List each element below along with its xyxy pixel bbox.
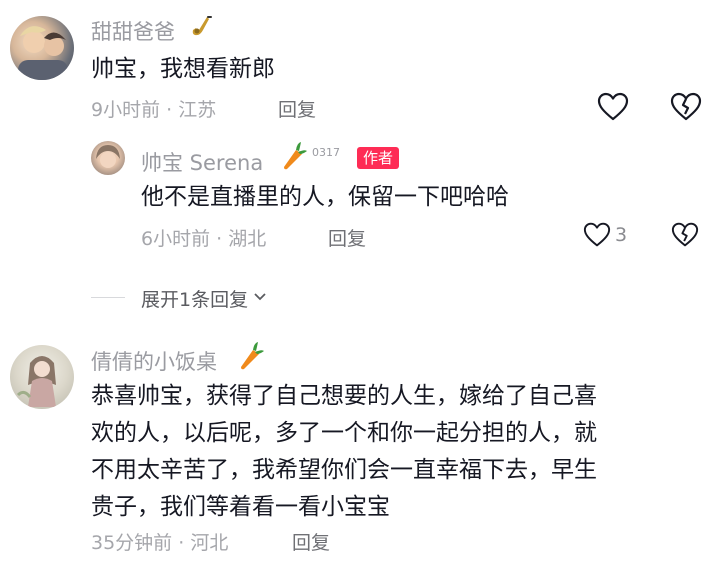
meta-separator: · <box>166 99 173 121</box>
author-badge: 作者 <box>357 147 400 169</box>
avatar[interactable] <box>91 141 125 175</box>
carrot-icon <box>280 141 308 175</box>
comment-text: 帅宝，我想看新郎 <box>91 56 275 82</box>
like-count: 3 <box>615 224 628 246</box>
comment-location: 江苏 <box>178 99 217 121</box>
comment-username[interactable]: 甜甜爸爸 <box>91 16 175 46</box>
reply-location: 湖北 <box>228 228 267 250</box>
dislike-broken-heart-icon[interactable] <box>671 222 699 252</box>
reply-meta: 6小时前 · 湖北 <box>141 224 266 251</box>
meta-separator: · <box>216 228 223 250</box>
saxophone-icon <box>189 14 215 44</box>
expand-replies-button[interactable]: 展开1条回复 <box>141 285 268 312</box>
reply-text: 他不是直播里的人，保留一下吧哈哈 <box>141 184 509 210</box>
comment-time: 35分钟前 <box>91 532 173 554</box>
comment-text-line: 欢的人，以后呢，多了一个和你一起分担的人，就 <box>91 420 597 446</box>
avatar[interactable] <box>10 345 74 409</box>
comment-text-line: 贵子，我们等着看一看小宝宝 <box>91 494 390 520</box>
chevron-down-icon <box>252 288 268 310</box>
dislike-broken-heart-icon[interactable] <box>670 92 702 126</box>
user-level: 0317 <box>312 146 340 159</box>
comment-username[interactable]: 倩倩的小饭桌 <box>91 346 217 376</box>
carrot-icon <box>237 341 265 375</box>
like-heart-icon[interactable] <box>583 222 611 252</box>
comment-location: 河北 <box>190 532 229 554</box>
comment-text-line: 恭喜帅宝，获得了自己想要的人生，嫁给了自己喜 <box>91 383 597 409</box>
reply-username[interactable]: 帅宝 Serena <box>141 147 263 177</box>
reply-button[interactable]: 回复 <box>328 224 366 251</box>
comment-meta: 9小时前 · 江苏 <box>91 95 216 122</box>
like-heart-icon[interactable] <box>597 92 629 126</box>
expand-replies-label: 展开1条回复 <box>141 289 249 311</box>
comment-text-line: 不用太辛苦了，我希望你们会一直幸福下去，早生 <box>91 457 597 483</box>
reply-time: 6小时前 <box>141 228 211 250</box>
expand-divider <box>91 297 125 298</box>
reply-button[interactable]: 回复 <box>278 95 316 122</box>
avatar[interactable] <box>10 16 74 80</box>
reply-button[interactable]: 回复 <box>292 528 330 555</box>
meta-separator: · <box>178 532 185 554</box>
comment-meta: 35分钟前 · 河北 <box>91 528 228 555</box>
comment-time: 9小时前 <box>91 99 161 121</box>
